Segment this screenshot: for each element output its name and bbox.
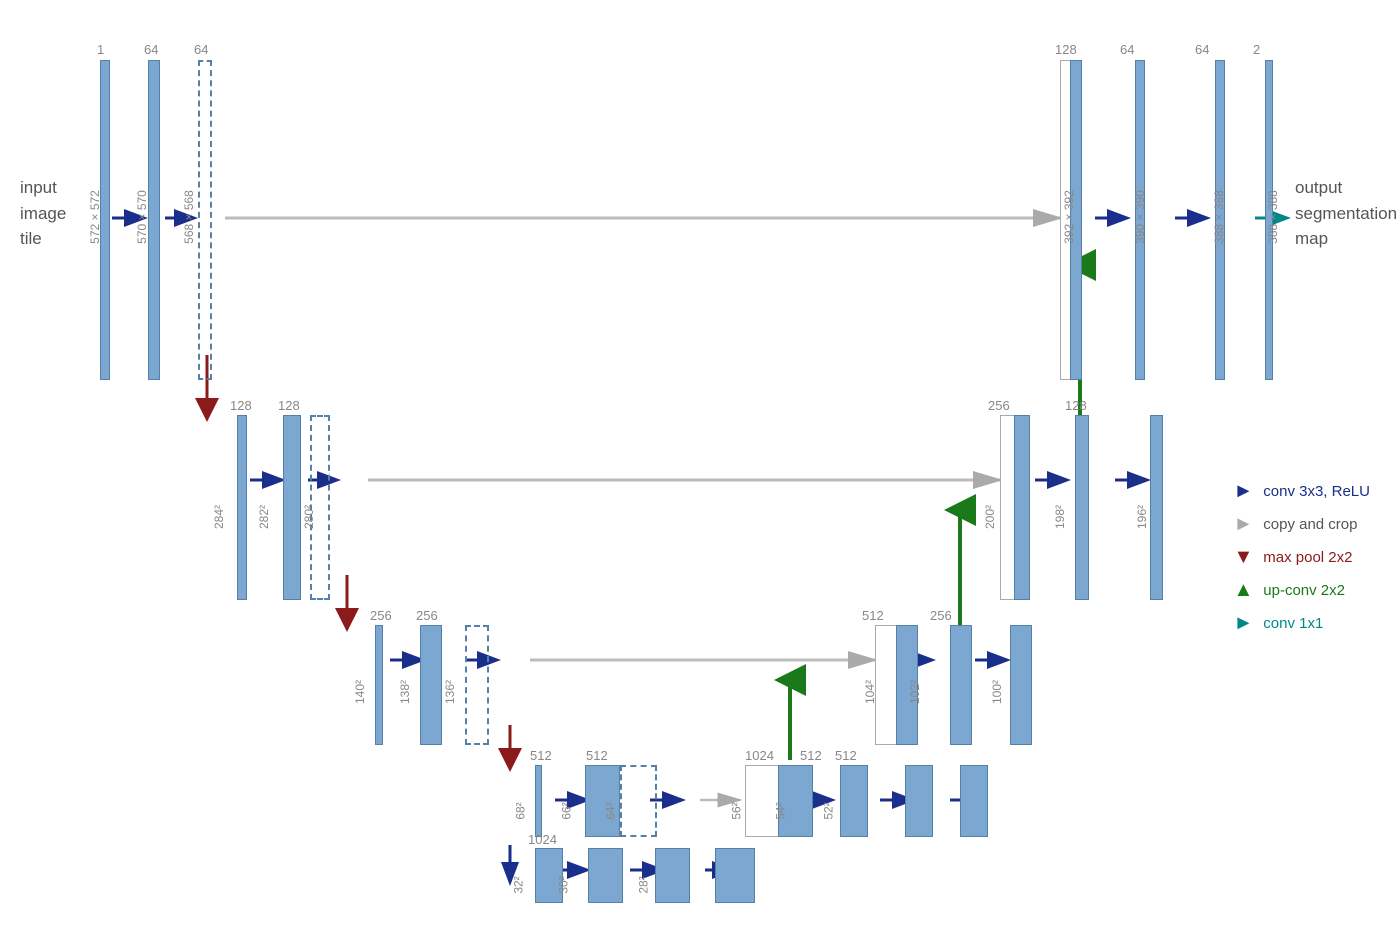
label-size-68: 68² — [514, 802, 528, 819]
fmap-dec2b — [1075, 415, 1089, 600]
label-ch-512a: 512 — [530, 748, 552, 763]
label-size-100: 100² — [990, 680, 1004, 704]
fmap-bottom3 — [655, 848, 690, 903]
fmap-conv1a — [148, 60, 160, 380]
legend-label-maxpool: max pool 2x2 — [1263, 549, 1352, 566]
input-label: inputimagetile — [20, 175, 66, 252]
fmap-conv4b — [620, 765, 657, 837]
fmap-conv1b — [198, 60, 212, 380]
label-size-568: 568 × 568 — [182, 190, 196, 244]
label-size-28: 28² — [637, 876, 651, 893]
label-ch-64b: 64 — [194, 42, 208, 57]
label-ch-1024-bot: 1024 — [528, 832, 557, 847]
legend-arrow-maxpool: ▼ — [1233, 546, 1253, 569]
label-ch-1: 1 — [97, 42, 104, 57]
fmap-bottom2 — [588, 848, 623, 903]
label-size-102: 102² — [908, 680, 922, 704]
fmap-dec3b — [950, 625, 972, 745]
label-ch-128b: 128 — [278, 398, 300, 413]
legend-arrow-upconv: ▲ — [1233, 579, 1253, 602]
fmap-conv4a — [585, 765, 620, 837]
label-ch-128a: 128 — [230, 398, 252, 413]
legend-copy: ► copy and crop — [1233, 513, 1370, 536]
fmap-dec2a — [1014, 415, 1030, 600]
label-size-200: 200² — [983, 505, 997, 529]
legend-label-conv: conv 3x3, ReLU — [1263, 483, 1370, 500]
legend-arrow-copy: ► — [1233, 513, 1253, 536]
label-ch-512-d3: 512 — [862, 608, 884, 623]
label-ch-256-d2: 256 — [988, 398, 1010, 413]
fmap-dec3-white — [875, 625, 897, 745]
fmap-conv3b — [465, 625, 489, 745]
label-size-284: 284² — [212, 505, 226, 529]
legend-label-upconv: up-conv 2x2 — [1263, 582, 1345, 599]
fmap-dec3c — [1010, 625, 1032, 745]
fmap-conv3a — [420, 625, 442, 745]
label-ch-128-d2: 128 — [1065, 398, 1087, 413]
label-ch-128-d1: 128 — [1055, 42, 1077, 57]
label-ch-256a: 256 — [370, 608, 392, 623]
legend-conv: ► conv 3x3, ReLU — [1233, 480, 1370, 503]
fmap-bottom4 — [715, 848, 755, 903]
label-size-138: 138² — [398, 680, 412, 704]
output-label: outputsegmentationmap — [1295, 175, 1397, 252]
fmap-dec4b — [840, 765, 868, 837]
label-ch-256-d3: 256 — [930, 608, 952, 623]
label-size-388b: 388 × 388 — [1266, 190, 1280, 244]
label-size-198: 198² — [1053, 505, 1067, 529]
label-size-390: 390 × 390 — [1133, 190, 1147, 244]
label-ch-2-d1: 2 — [1253, 42, 1260, 57]
label-ch-64a: 64 — [144, 42, 158, 57]
legend-upconv: ▲ up-conv 2x2 — [1233, 579, 1370, 602]
fmap-pool3 — [535, 765, 542, 837]
label-size-136: 136² — [443, 680, 457, 704]
label-size-64: 64² — [604, 802, 618, 819]
fmap-dec4c — [905, 765, 933, 837]
label-ch-1024: 1024 — [745, 748, 774, 763]
label-ch-512-dec: 512 — [800, 748, 822, 763]
label-size-104: 104² — [863, 680, 877, 704]
legend-maxpool: ▼ max pool 2x2 — [1233, 546, 1370, 569]
label-size-282: 282² — [257, 505, 271, 529]
legend-arrow-conv: ► — [1233, 480, 1253, 503]
label-size-56: 56² — [730, 802, 744, 819]
fmap-pool1 — [237, 415, 247, 600]
label-ch-256b: 256 — [416, 608, 438, 623]
label-size-280: 280² — [302, 505, 316, 529]
legend-label-copy: copy and crop — [1263, 516, 1357, 533]
label-size-32: 32² — [512, 876, 526, 893]
label-size-388a: 388 × 388 — [1212, 190, 1226, 244]
legend-conv1x1: ► conv 1x1 — [1233, 612, 1370, 635]
label-size-196: 196² — [1135, 505, 1149, 529]
label-ch-512b: 512 — [586, 748, 608, 763]
fmap-pool2 — [375, 625, 383, 745]
label-size-66: 66² — [560, 802, 574, 819]
fmap-dec4d — [960, 765, 988, 837]
legend: ► conv 3x3, ReLU ► copy and crop ▼ max p… — [1233, 480, 1370, 645]
label-size-54: 54² — [774, 802, 788, 819]
label-ch-64-d1a: 64 — [1120, 42, 1134, 57]
label-size-52: 512 — [835, 748, 857, 763]
label-size-572: 572 × 572 — [88, 190, 102, 244]
fmap-dec2c — [1150, 415, 1163, 600]
legend-arrow-conv1x1: ► — [1233, 612, 1253, 635]
label-size-140: 140² — [353, 680, 367, 704]
label-size-52sq: 52² — [822, 802, 836, 819]
fmap-dec4a — [778, 765, 813, 837]
legend-label-conv1x1: conv 1x1 — [1263, 615, 1323, 632]
fmap-conv2a — [283, 415, 301, 600]
label-size-30: 30² — [557, 876, 571, 893]
label-size-392: 392 × 392 — [1062, 190, 1076, 244]
fmap-dec4-white — [745, 765, 780, 837]
label-ch-64-d1b: 64 — [1195, 42, 1209, 57]
label-size-570: 570 × 570 — [135, 190, 149, 244]
